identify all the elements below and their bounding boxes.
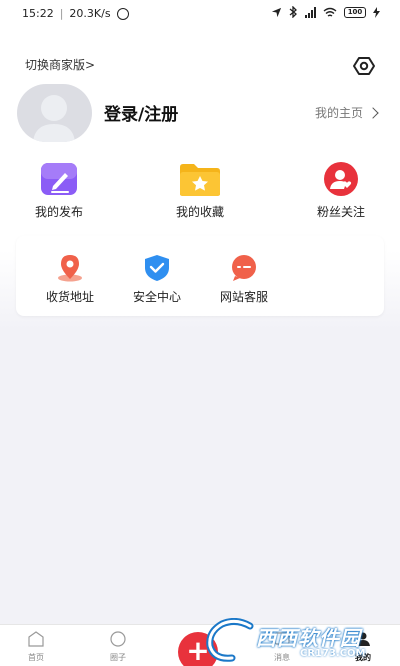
watermark-text: 西西软件园 <box>256 626 361 650</box>
bluetooth-icon <box>289 6 297 18</box>
settings-button[interactable] <box>352 54 376 78</box>
nav-circle[interactable]: 圈子 <box>98 631 138 663</box>
avatar[interactable] <box>17 84 92 142</box>
nav-home[interactable]: 首页 <box>16 631 56 663</box>
my-posts-label: 我的发布 <box>34 205 83 219</box>
watermark-logo-icon <box>206 617 254 662</box>
my-homepage-label: 我的主页 <box>315 106 364 120</box>
customer-service-label: 网站客服 <box>219 290 268 304</box>
nav-home-label: 首页 <box>28 653 44 662</box>
location-pin-icon <box>56 254 84 282</box>
my-favorites-button[interactable]: 我的收藏 <box>155 162 245 220</box>
default-avatar-icon <box>33 95 75 142</box>
battery-icon: 100 <box>344 6 366 18</box>
services-card: 收货地址 安全中心 网站客服 <box>16 236 384 316</box>
customer-service-button[interactable]: 网站客服 <box>209 254 279 305</box>
shipping-address-label: 收货地址 <box>45 290 94 304</box>
watermark: 西西软件园 CR173.COM <box>200 617 386 664</box>
shield-check-icon <box>143 254 171 282</box>
signal-icon <box>305 6 316 18</box>
chat-bubble-icon <box>230 254 258 282</box>
my-posts-button[interactable]: 我的发布 <box>14 162 104 220</box>
status-time: 15:22 <box>22 7 54 20</box>
edit-icon <box>37 162 81 198</box>
wifi-icon <box>323 7 337 17</box>
status-bar: 15:22 | 20.3K/s 100 <box>0 0 400 28</box>
star-folder-icon <box>178 162 222 198</box>
switch-merchant-link[interactable]: 切换商家版> <box>25 56 95 73</box>
shipping-address-button[interactable]: 收货地址 <box>35 254 105 305</box>
watermark-sub: CR173.COM <box>300 648 366 659</box>
chevron-right-icon <box>367 106 379 119</box>
charging-icon <box>373 6 380 18</box>
security-center-button[interactable]: 安全中心 <box>122 254 192 305</box>
fans-follow-label: 粉丝关注 <box>316 205 365 219</box>
location-arrow-icon <box>271 7 282 17</box>
login-register-link[interactable]: 登录/注册 <box>104 100 178 125</box>
home-icon <box>28 631 44 647</box>
nav-circle-label: 圈子 <box>110 653 126 662</box>
gear-icon <box>353 57 375 75</box>
security-center-label: 安全中心 <box>132 290 181 304</box>
user-heart-icon <box>319 162 363 198</box>
circle-icon <box>110 631 126 647</box>
my-homepage-link[interactable]: 我的主页 <box>315 104 379 121</box>
my-favorites-label: 我的收藏 <box>175 205 224 219</box>
alarm-icon <box>116 7 129 20</box>
fans-follow-button[interactable]: 粉丝关注 <box>296 162 386 220</box>
status-net-speed: 20.3K/s <box>69 7 111 20</box>
